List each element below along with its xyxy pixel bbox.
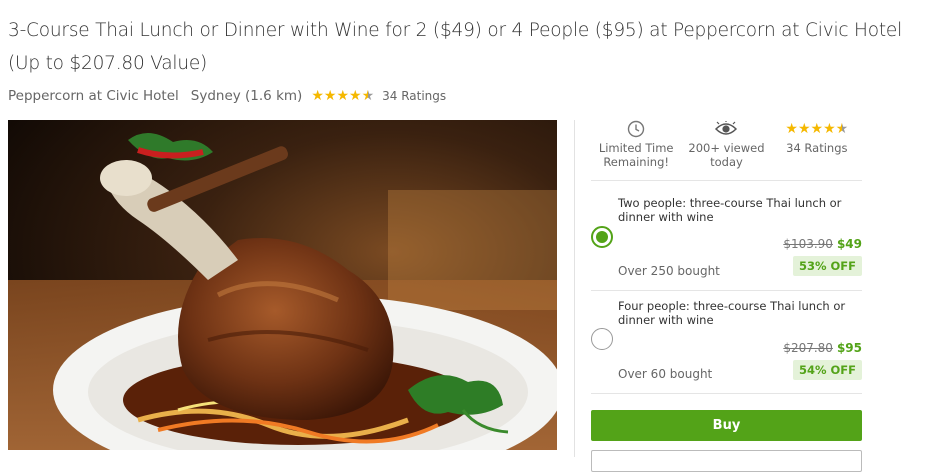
- original-price: $103.90: [783, 237, 833, 251]
- column-divider: [574, 120, 575, 457]
- option-price: $207.80 $95: [783, 341, 862, 355]
- deal-price: $49: [836, 237, 862, 251]
- eye-icon: [715, 118, 738, 140]
- deal-meta: Peppercorn at Civic Hotel Sydney (1.6 km…: [8, 86, 446, 106]
- deal-price: $95: [836, 341, 862, 355]
- merchant-link[interactable]: Peppercorn at Civic Hotel: [8, 88, 179, 104]
- star-icon: ★: [349, 88, 362, 104]
- option-title: Two people: three-course Thai lunch or d…: [618, 196, 842, 224]
- deal-title: 3-Course Thai Lunch or Dinner with Wine …: [8, 20, 903, 74]
- limited-time-text: Limited Time Remaining!: [598, 141, 674, 169]
- ratings-count[interactable]: 34 Ratings: [382, 89, 446, 103]
- rating-stars: ★ ★ ★ ★ ★: [311, 89, 374, 103]
- limited-time: Limited Time Remaining!: [591, 118, 681, 178]
- viewed-count: 200+ viewed today: [681, 118, 771, 178]
- option-radio[interactable]: [591, 328, 613, 350]
- ratings-summary-text: 34 Ratings: [786, 141, 848, 155]
- original-price: $207.80: [783, 341, 833, 355]
- clock-icon: [627, 118, 645, 140]
- discount-badge: 53% OFF: [792, 256, 862, 276]
- star-icon: ★: [311, 88, 324, 104]
- discount-badge: 54% OFF: [792, 360, 862, 380]
- buy-button[interactable]: Buy: [591, 410, 862, 441]
- divider: [591, 290, 862, 291]
- divider: [591, 393, 862, 394]
- rating-stars-icon: ★ ★ ★ ★ ★: [785, 121, 849, 137]
- option-radio-selected[interactable]: [591, 226, 613, 248]
- food-photo-icon: [8, 120, 557, 450]
- viewed-text: 200+ viewed today: [688, 141, 765, 169]
- deal-image[interactable]: [8, 120, 557, 450]
- option-title: Four people: three-course Thai lunch or …: [618, 299, 846, 327]
- bought-count: Over 250 bought: [618, 264, 720, 278]
- star-half-icon: ★: [361, 88, 375, 104]
- star-icon: ★: [336, 88, 349, 104]
- divider: [591, 180, 862, 181]
- location-text: Sydney (1.6 km): [190, 88, 303, 104]
- bought-count: Over 60 bought: [618, 367, 713, 381]
- option-price: $103.90 $49: [783, 237, 862, 251]
- secondary-button[interactable]: [591, 450, 862, 472]
- option-two-people[interactable]: Two people: three-course Thai lunch or d…: [591, 196, 862, 281]
- deal-highlights: Limited Time Remaining! 200+ viewed toda…: [591, 118, 862, 178]
- star-icon: ★: [323, 88, 337, 104]
- ratings-summary[interactable]: ★ ★ ★ ★ ★ 34 Ratings: [772, 118, 862, 178]
- option-four-people[interactable]: Four people: three-course Thai lunch or …: [591, 299, 862, 384]
